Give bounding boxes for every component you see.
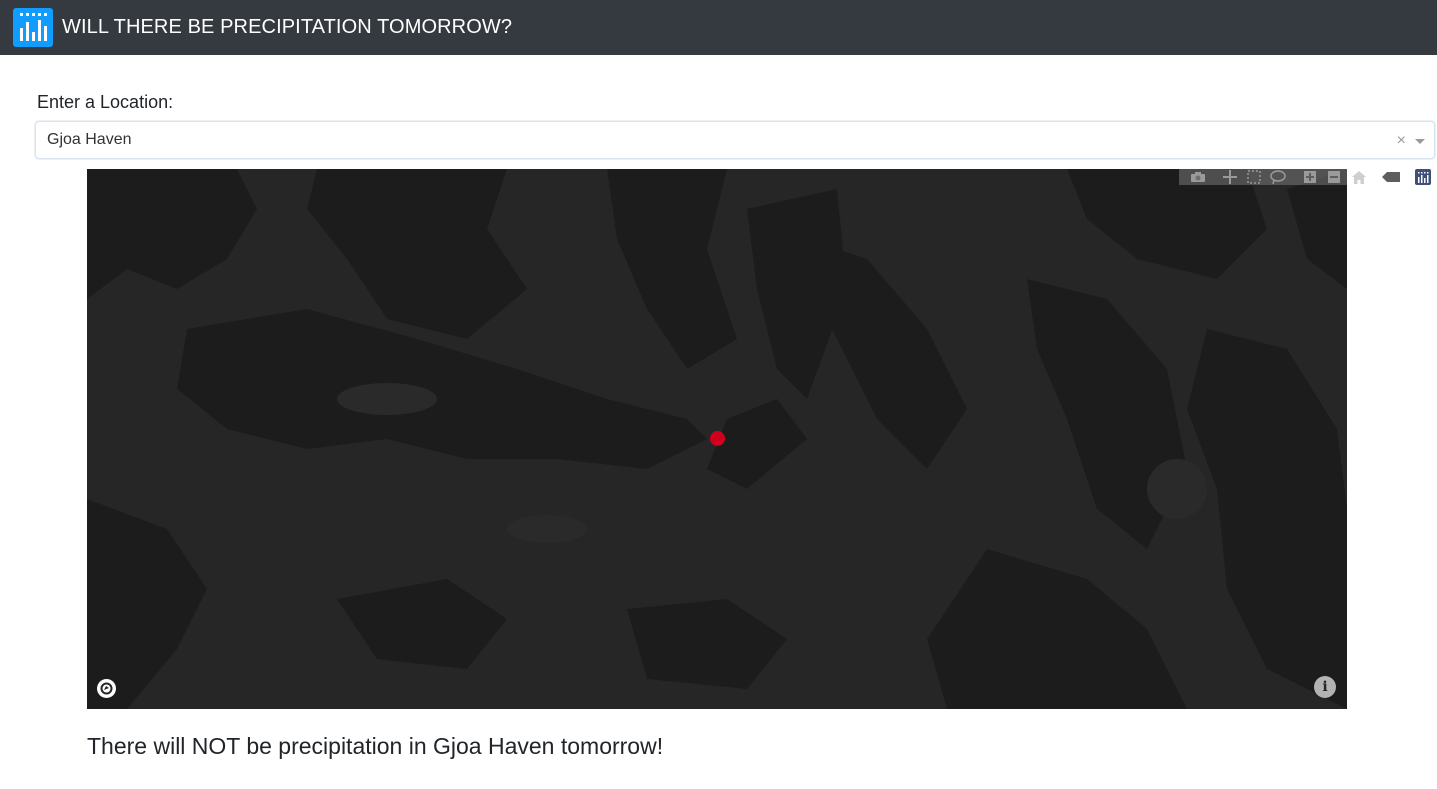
pan-icon[interactable] [1220,169,1240,185]
location-marker[interactable] [710,431,725,446]
location-selected-value[interactable]: Gjoa Haven [47,122,132,158]
app-title: WILL THERE BE PRECIPITATION TOMORROW? [62,16,513,38]
plotly-logo-icon[interactable] [1413,169,1433,185]
location-label: Enter a Location: [37,92,174,112]
top-navbar: WILL THERE BE PRECIPITATION TOMORROW? [0,0,1437,55]
app-logo-icon [13,8,53,47]
camera-icon[interactable] [1188,169,1208,185]
zoom-in-icon[interactable] [1300,169,1320,185]
clear-selection-icon[interactable]: × [1397,122,1406,160]
mapbox-logo-icon[interactable] [97,679,116,698]
tag-icon[interactable] [1381,169,1401,185]
chevron-down-icon[interactable] [1415,139,1425,144]
zoom-out-icon[interactable] [1324,169,1344,185]
map-panel[interactable]: i [87,169,1347,709]
location-dropdown[interactable]: Gjoa Haven × [35,121,1435,159]
lasso-select-icon[interactable] [1268,169,1288,185]
box-select-icon[interactable] [1244,169,1264,185]
precipitation-result-text: There will NOT be precipitation in Gjoa … [87,733,664,759]
info-icon[interactable]: i [1314,676,1336,698]
home-icon[interactable] [1349,169,1369,185]
